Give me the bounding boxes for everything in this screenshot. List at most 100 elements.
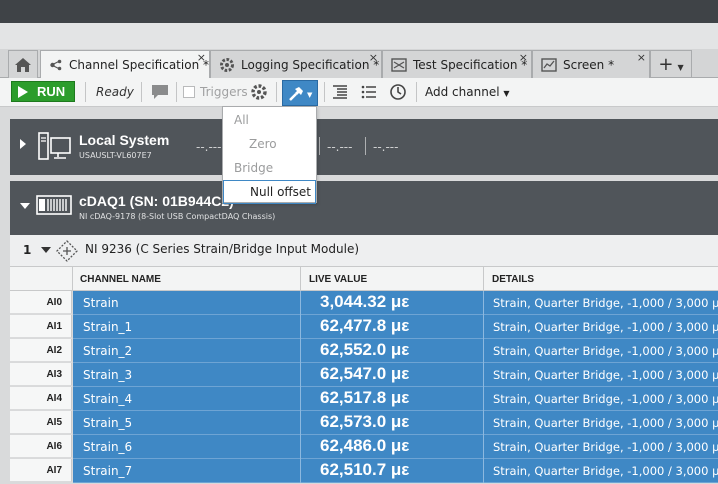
- channel-id: AI4: [10, 387, 72, 410]
- toolbar-separator: [276, 82, 277, 102]
- window-title-bar: [0, 0, 718, 23]
- screen-icon: [541, 57, 557, 72]
- table-row[interactable]: AI4 Strain_4 62,517.8 με Strain, Quarter…: [10, 387, 718, 411]
- menu-item-null-offset[interactable]: Null offset: [223, 180, 316, 204]
- channel-details: Strain, Quarter Bridge, -1,000 / 3,000 μ…: [493, 320, 718, 334]
- run-button[interactable]: RUN: [11, 81, 75, 102]
- device-cdaq1[interactable]: cDAQ1 (SN: 01B944C2) NI cDAQ-9178 (8-Slo…: [10, 181, 718, 235]
- channel-name[interactable]: Strain_6: [83, 440, 132, 454]
- channel-name[interactable]: Strain_3: [83, 368, 132, 382]
- chassis-icon: [36, 195, 72, 215]
- device-value: --.---: [196, 140, 222, 154]
- channel-id: AI3: [10, 363, 72, 386]
- channel-id: AI2: [10, 339, 72, 362]
- play-icon: [18, 85, 28, 98]
- table-row[interactable]: AI6 Strain_6 62,486.0 με Strain, Quarter…: [10, 435, 718, 459]
- tab-home[interactable]: [8, 50, 38, 78]
- list-icon[interactable]: [361, 84, 377, 100]
- live-value: 62,486.0 με: [320, 436, 410, 455]
- column-header-channel-name[interactable]: CHANNEL NAME: [80, 274, 161, 285]
- table-header: CHANNEL NAME LIVE VALUE DETAILS: [10, 267, 718, 291]
- tab-label: Screen *: [563, 57, 615, 72]
- close-icon[interactable]: ×: [197, 51, 206, 64]
- history-icon[interactable]: [389, 83, 407, 101]
- device-subtitle: NI cDAQ-9178 (8-Slot USB CompactDAQ Chas…: [79, 212, 276, 221]
- column-separator: [483, 411, 484, 435]
- close-icon[interactable]: ×: [369, 51, 378, 64]
- channel-name[interactable]: Strain_7: [83, 464, 132, 478]
- toolbar-separator: [416, 82, 417, 102]
- row-cells[interactable]: Strain_5 62,573.0 με Strain, Quarter Bri…: [73, 411, 718, 435]
- hardware-tools-button[interactable]: ▼: [282, 80, 318, 106]
- column-header-details[interactable]: DETAILS: [492, 274, 534, 285]
- module-icon: [56, 240, 78, 262]
- tab-logging-specification[interactable]: Logging Specification * ×: [210, 50, 382, 78]
- channel-id: AI5: [10, 411, 72, 434]
- channel-spec-icon: [50, 59, 62, 71]
- column-separator: [483, 459, 484, 483]
- tab-test-specification[interactable]: Test Specification * ×: [382, 50, 532, 78]
- live-value: 62,573.0 με: [320, 412, 410, 431]
- row-cells[interactable]: Strain_2 62,552.0 με Strain, Quarter Bri…: [73, 339, 718, 363]
- row-cells[interactable]: Strain 3,044.32 με Strain, Quarter Bridg…: [73, 291, 718, 315]
- table-row[interactable]: AI2 Strain_2 62,552.0 με Strain, Quarter…: [10, 339, 718, 363]
- device-subtitle: USAUSLT-VL607E7: [79, 151, 152, 160]
- chevron-down-icon[interactable]: [20, 203, 30, 209]
- column-separator: [483, 435, 484, 459]
- hardware-tools-menu: All Zero Bridge Null offset: [222, 106, 317, 204]
- channel-details: Strain, Quarter Bridge, -1,000 / 3,000 μ…: [493, 416, 718, 430]
- channel-name[interactable]: Strain_2: [83, 344, 132, 358]
- channel-id: AI7: [10, 459, 72, 482]
- tab-screen[interactable]: Screen * ×: [532, 50, 650, 78]
- column-separator: [300, 435, 301, 459]
- channel-id: AI6: [10, 435, 72, 458]
- table-row[interactable]: AI1 Strain_1 62,477.8 με Strain, Quarter…: [10, 315, 718, 339]
- row-cells[interactable]: Strain_3 62,547.0 με Strain, Quarter Bri…: [73, 363, 718, 387]
- triggers-checkbox[interactable]: [183, 86, 195, 98]
- column-separator: [483, 315, 484, 339]
- tab-channel-specification[interactable]: Channel Specification * ×: [40, 50, 210, 79]
- live-value: 62,477.8 με: [320, 316, 410, 335]
- channel-name[interactable]: Strain: [83, 296, 119, 310]
- add-channel-button[interactable]: Add channel ▼: [425, 85, 510, 99]
- close-icon[interactable]: ×: [637, 51, 646, 64]
- close-icon[interactable]: ×: [519, 51, 528, 64]
- menu-item-zero: Zero: [249, 137, 277, 151]
- device-name: Local System: [79, 132, 170, 148]
- module-row[interactable]: 1 NI 9236 (C Series Strain/Bridge Input …: [10, 235, 718, 267]
- list-detail-icon[interactable]: [332, 84, 348, 100]
- add-tab-button[interactable]: + ▼: [650, 50, 692, 78]
- device-value: --.---: [373, 140, 399, 154]
- channel-name[interactable]: Strain_1: [83, 320, 132, 334]
- column-separator: [483, 387, 484, 411]
- table-row[interactable]: AI3 Strain_3 62,547.0 με Strain, Quarter…: [10, 363, 718, 387]
- live-value: 62,517.8 με: [320, 388, 410, 407]
- table-row[interactable]: AI5 Strain_5 62,573.0 με Strain, Quarter…: [10, 411, 718, 435]
- toolbar: RUN Ready Triggers Add channel ▼: [0, 78, 718, 107]
- module-name: NI 9236 (C Series Strain/Bridge Input Mo…: [85, 242, 360, 256]
- channel-id: AI0: [10, 291, 72, 314]
- comment-icon[interactable]: [151, 84, 169, 100]
- toolbar-separator: [176, 82, 177, 102]
- row-cells[interactable]: Strain_4 62,517.8 με Strain, Quarter Bri…: [73, 387, 718, 411]
- table-row[interactable]: AI0 Strain 3,044.32 με Strain, Quarter B…: [10, 291, 718, 315]
- column-separator: [300, 363, 301, 387]
- column-separator: [72, 267, 73, 291]
- row-cells[interactable]: Strain_1 62,477.8 με Strain, Quarter Bri…: [73, 315, 718, 339]
- channel-name[interactable]: Strain_5: [83, 416, 132, 430]
- row-cells[interactable]: Strain_6 62,486.0 με Strain, Quarter Bri…: [73, 435, 718, 459]
- gear-icon[interactable]: [250, 83, 268, 101]
- triggers-label: Triggers: [200, 85, 248, 99]
- menu-item-all: All: [234, 113, 249, 127]
- chevron-down-icon[interactable]: [41, 247, 51, 253]
- tab-label: Test Specification *: [413, 57, 528, 72]
- channel-name[interactable]: Strain_4: [83, 392, 132, 406]
- channel-details: Strain, Quarter Bridge, -1,000 / 3,000 μ…: [493, 368, 718, 382]
- table-row[interactable]: AI7 Strain_7 62,510.7 με Strain, Quarter…: [10, 459, 718, 483]
- chevron-right-icon[interactable]: [20, 139, 26, 149]
- device-local-system[interactable]: Local System USAUSLT-VL607E7 --.--- --.-…: [10, 119, 718, 175]
- channel-id: AI1: [10, 315, 72, 338]
- run-label: RUN: [37, 84, 66, 99]
- row-cells[interactable]: Strain_7 62,510.7 με Strain, Quarter Bri…: [73, 459, 718, 483]
- column-header-live-value[interactable]: LIVE VALUE: [309, 274, 367, 285]
